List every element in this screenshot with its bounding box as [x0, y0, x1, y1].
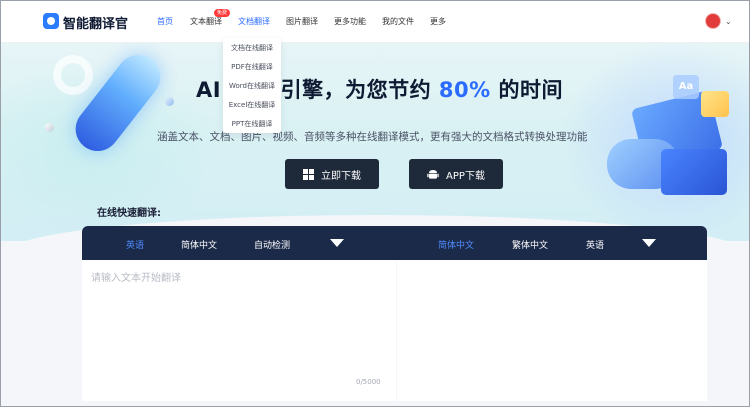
nav-item-image-translate[interactable]: 图片翻译	[286, 16, 318, 27]
dropdown-item-doc[interactable]: 文档在线翻译	[223, 43, 281, 53]
dropdown-item-pdf[interactable]: PDF在线翻译	[223, 62, 281, 72]
target-lang-dropdown-icon[interactable]	[642, 239, 656, 247]
hero-subtitle-left: 涵盖文本、文	[157, 131, 220, 143]
target-lang-traditional-chinese[interactable]: 繁体中文	[512, 238, 548, 251]
chevron-down-icon[interactable]: ⌄	[725, 17, 732, 26]
check-icon	[701, 91, 729, 117]
decorative-ring	[53, 55, 93, 95]
page: Aa AI 译引擎，为您节约 80% 的时间 涵盖文本、文档、图片、视频、音频等多…	[0, 0, 750, 407]
nav-item-more-features[interactable]: 更多功能	[334, 16, 366, 27]
character-counter: 0/5000	[356, 378, 381, 386]
app-download-button[interactable]: APP下载	[409, 159, 503, 189]
nav-item-text-translate[interactable]: 文本翻译	[190, 16, 222, 27]
nav-item-home[interactable]: 首页	[157, 16, 173, 27]
hero-title-percent: 80%	[438, 78, 491, 102]
logo-icon[interactable]	[43, 13, 59, 29]
decorative-folder	[661, 149, 727, 195]
source-lang-dropdown-icon[interactable]	[330, 239, 344, 247]
android-icon	[427, 170, 439, 179]
hero-title-prefix: AI	[196, 78, 222, 102]
free-badge: 免费	[214, 9, 231, 17]
user-avatar[interactable]	[705, 13, 721, 29]
language-bar: 英语 简体中文 自动检测 简体中文 繁体中文 英语	[82, 226, 707, 260]
dropdown-item-excel[interactable]: Excel在线翻译	[223, 100, 281, 110]
hero-subtitle-right: 片、视频、音频等多种在线翻译模式，更有强大的文档格式转换处理功能	[251, 131, 588, 143]
source-lang-auto-detect[interactable]: 自动检测	[254, 238, 290, 251]
windows-download-button[interactable]: 立即下载	[285, 159, 379, 189]
source-lang-english[interactable]: 英语	[126, 238, 144, 251]
hero-title-suffix: 的时间	[498, 78, 563, 102]
online-translate-label: 在线快速翻译:	[97, 208, 161, 219]
logo-text[interactable]: 智能翻译官	[63, 13, 128, 32]
target-lang-simplified-chinese[interactable]: 简体中文	[438, 238, 474, 251]
hero-subtitle: 涵盖文本、文档、图片、视频、音频等多种在线翻译模式，更有强大的文档格式转换处理功…	[157, 129, 588, 144]
decorative-sphere	[45, 123, 54, 132]
app-download-label: APP下载	[446, 170, 485, 182]
top-nav: 智能翻译官 首页 文本翻译 免费 文档翻译 图片翻译 更多功能 我的文件 更多 …	[1, 1, 749, 43]
decorative-sphere	[165, 97, 174, 106]
windows-icon	[303, 168, 314, 180]
source-text-input[interactable]	[91, 269, 387, 369]
target-text-panel	[397, 260, 707, 401]
dropdown-item-ppt[interactable]: PPT在线翻译	[223, 119, 281, 129]
source-lang-simplified-chinese[interactable]: 简体中文	[181, 238, 217, 251]
nav-item-more[interactable]: 更多	[430, 16, 446, 27]
doc-translate-dropdown: 文档在线翻译 PDF在线翻译 Word在线翻译 Excel在线翻译 PPT在线翻…	[223, 38, 281, 133]
nav-item-doc-translate[interactable]: 文档翻译	[238, 16, 270, 27]
hero-title-partial: 译引擎，为您节约	[259, 78, 432, 102]
nav-item-my-files[interactable]: 我的文件	[382, 16, 414, 27]
dropdown-item-word[interactable]: Word在线翻译	[223, 81, 281, 91]
target-lang-english[interactable]: 英语	[586, 238, 604, 251]
translate-aa-icon: Aa	[673, 75, 699, 99]
windows-download-label: 立即下载	[321, 170, 361, 182]
